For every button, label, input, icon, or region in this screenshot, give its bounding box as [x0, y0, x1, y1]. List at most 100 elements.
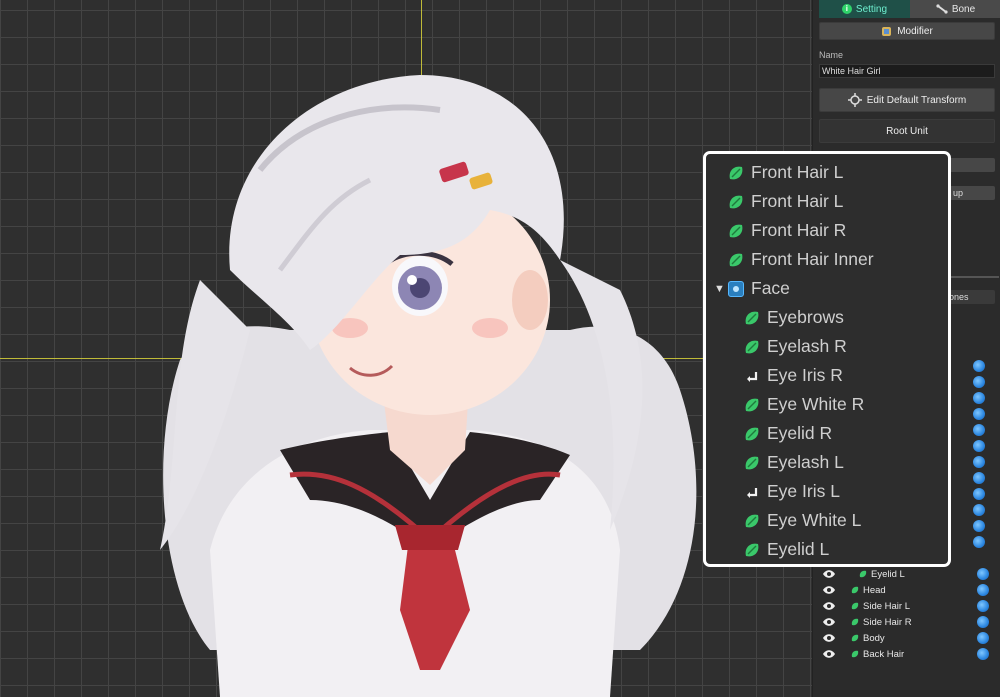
- mesh-leaf-icon: [745, 311, 759, 324]
- globe-icon[interactable]: [977, 616, 989, 628]
- modifier-label: Modifier: [897, 25, 933, 37]
- list-item[interactable]: Eye Iris L: [744, 477, 840, 506]
- list-item[interactable]: Front Hair R: [728, 216, 846, 245]
- eye-icon[interactable]: [823, 570, 835, 578]
- tab-setting-label: Setting: [855, 3, 888, 15]
- mesh-leaf-icon: [745, 514, 759, 527]
- globe-icon[interactable]: [973, 472, 985, 484]
- tab-bone[interactable]: Bone: [910, 0, 1000, 18]
- layer-label: Eye White L: [767, 510, 862, 530]
- list-item[interactable]: Front Hair Inner: [728, 245, 874, 274]
- globe-icon[interactable]: [973, 536, 985, 548]
- list-item[interactable]: Eyelash L: [744, 448, 844, 477]
- list-item[interactable]: Body: [813, 630, 1000, 646]
- tab-bone-label: Bone: [951, 3, 976, 15]
- globe-icon[interactable]: [973, 424, 985, 436]
- info-icon: i: [841, 4, 852, 14]
- globe-icon[interactable]: [973, 456, 985, 468]
- partial-label-ones: ones: [949, 292, 969, 302]
- eye-icon[interactable]: [823, 618, 835, 626]
- layer-hierarchy-zoom: Front Hair L Front Hair L Front Hair R F…: [703, 151, 951, 567]
- list-item[interactable]: Eyelash R: [744, 332, 847, 361]
- layer-label: Front Hair R: [751, 220, 847, 240]
- edit-default-transform-button[interactable]: Edit Default Transform: [819, 88, 995, 112]
- list-item[interactable]: Eye Iris R: [744, 361, 843, 390]
- list-item[interactable]: Side Hair L: [813, 598, 1000, 614]
- layer-label: Eye Iris L: [767, 481, 840, 501]
- root-unit-label: Root Unit: [886, 125, 928, 137]
- layer-label: Eye Iris R: [767, 365, 843, 385]
- expand-triangle-icon[interactable]: ▼: [714, 283, 728, 295]
- tab-setting[interactable]: i Setting: [819, 0, 910, 18]
- list-item[interactable]: Side Hair R: [813, 614, 1000, 630]
- list-item[interactable]: Front Hair L: [728, 158, 843, 187]
- modifier-button[interactable]: Modifier: [819, 22, 995, 40]
- modifier-icon: [882, 26, 892, 36]
- mesh-leaf-icon: [729, 195, 743, 208]
- character-artwork[interactable]: [140, 30, 720, 697]
- eye-icon[interactable]: [823, 634, 835, 642]
- list-item[interactable]: Head: [813, 582, 1000, 598]
- layer-label: Front Hair L: [751, 162, 844, 182]
- globe-icon[interactable]: [977, 568, 989, 580]
- globe-icon[interactable]: [977, 584, 989, 596]
- list-item[interactable]: Eyelid L: [744, 535, 829, 564]
- globe-icon[interactable]: [973, 520, 985, 532]
- eye-icon[interactable]: [823, 586, 835, 594]
- layer-label: Back Hair: [863, 648, 905, 660]
- mesh-leaf-icon: [729, 166, 743, 179]
- layer-label: Eye White R: [767, 394, 865, 414]
- mesh-leaf-icon: [729, 224, 743, 237]
- globe-icon[interactable]: [977, 648, 989, 660]
- mesh-leaf-icon: [745, 427, 759, 440]
- child-arrow-icon: [747, 371, 758, 382]
- globe-icon[interactable]: [973, 376, 985, 388]
- list-item-face-group[interactable]: ▼ Face: [714, 274, 790, 303]
- face-group-icon: [728, 280, 744, 297]
- layer-label: Front Hair L: [751, 191, 844, 211]
- list-item[interactable]: Front Hair L: [728, 187, 843, 216]
- mesh-leaf-icon: [859, 570, 867, 578]
- globe-icon[interactable]: [973, 392, 985, 404]
- globe-icon[interactable]: [973, 504, 985, 516]
- canvas-viewport[interactable]: [0, 0, 812, 697]
- list-item[interactable]: Eye White L: [744, 506, 861, 535]
- globe-icon[interactable]: [973, 440, 985, 452]
- list-item[interactable]: Back Hair: [813, 646, 1000, 662]
- layer-label: Eyelid L: [871, 568, 905, 580]
- mesh-leaf-icon: [851, 634, 859, 642]
- mesh-leaf-icon: [851, 650, 859, 658]
- layer-label: Eyelash R: [767, 336, 847, 356]
- list-item[interactable]: Eyebrows: [744, 303, 844, 332]
- eye-icon[interactable]: [823, 650, 835, 658]
- layer-label: Front Hair Inner: [751, 249, 874, 269]
- mesh-leaf-icon: [745, 456, 759, 469]
- globe-icon[interactable]: [973, 360, 985, 372]
- name-field[interactable]: White Hair Girl: [819, 64, 995, 78]
- globe-icon[interactable]: [973, 408, 985, 420]
- mesh-leaf-icon: [851, 586, 859, 594]
- eye-icon[interactable]: [823, 602, 835, 610]
- globe-icon[interactable]: [977, 600, 989, 612]
- layer-label: Head: [863, 584, 886, 596]
- mesh-leaf-icon: [851, 618, 859, 626]
- globe-icon[interactable]: [973, 488, 985, 500]
- partial-label-up: up: [953, 188, 964, 198]
- layer-label: Eyebrows: [767, 307, 844, 327]
- root-unit-button[interactable]: Root Unit: [819, 119, 995, 143]
- mesh-leaf-icon: [851, 602, 859, 610]
- layer-label: Side Hair R: [863, 616, 912, 628]
- list-item[interactable]: Eye White R: [744, 390, 864, 419]
- layer-label: Eyelid R: [767, 423, 833, 443]
- layer-label: Eyelid L: [767, 539, 830, 559]
- edit-default-transform-label: Edit Default Transform: [866, 94, 967, 106]
- transform-icon: [847, 93, 862, 107]
- globe-icon[interactable]: [977, 632, 989, 644]
- list-item[interactable]: Eyelid R: [744, 419, 832, 448]
- list-item[interactable]: Eyelid L: [813, 566, 1000, 582]
- editor-window: i Setting Bone Modifier Name White Hair …: [0, 0, 1000, 697]
- mesh-leaf-icon: [745, 340, 759, 353]
- mesh-leaf-icon: [745, 543, 759, 556]
- visibility-globe-column: [973, 360, 989, 552]
- layer-label: Face: [751, 278, 790, 298]
